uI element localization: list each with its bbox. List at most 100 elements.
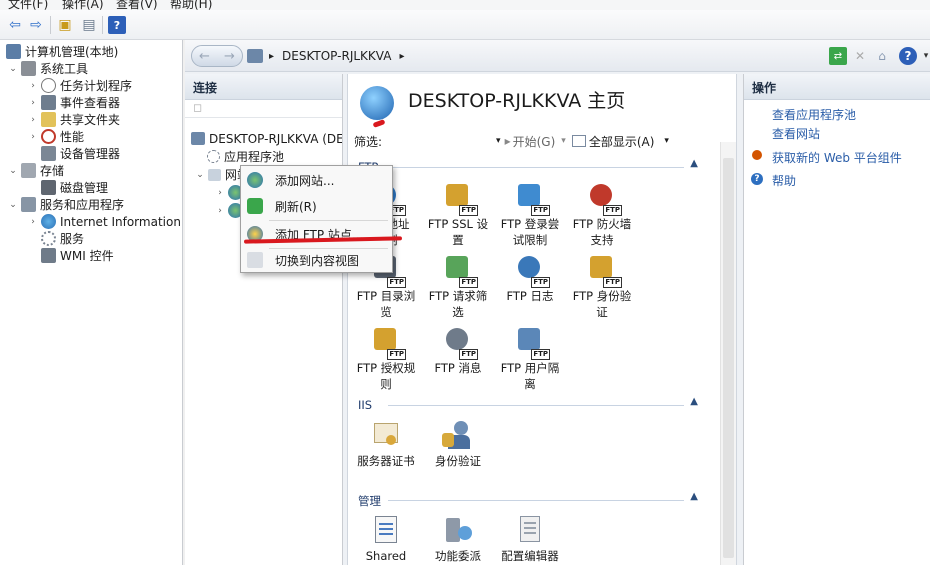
menu-view[interactable]: 查看(V): [116, 0, 158, 10]
expand-chevron-icon[interactable]: ›: [28, 81, 38, 91]
help-icon[interactable]: ?: [899, 47, 917, 65]
tree-item-computer-management[interactable]: 计算机管理(本地): [6, 43, 118, 60]
expand-chevron-icon[interactable]: ›: [28, 98, 38, 108]
menu-item-content-view[interactable]: 切换到内容视图: [241, 248, 392, 272]
action-help[interactable]: 帮助: [772, 172, 796, 189]
back-arrow-icon[interactable]: ⇦: [6, 16, 24, 34]
tree-item-iis[interactable]: › Internet Information S: [28, 213, 182, 230]
scroll-thumb[interactable]: [723, 158, 734, 558]
tree-item-event-viewer[interactable]: › 事件查看器: [28, 94, 120, 111]
tree-item-storage[interactable]: ⌄ 存储: [8, 162, 64, 179]
feature-ftp-3[interactable]: FTP FTP 登录尝 试限制: [496, 182, 564, 248]
expand-chevron-icon[interactable]: ›: [28, 115, 38, 125]
section-divider: [388, 500, 684, 501]
address-path[interactable]: ▸ DESKTOP-RJLKKVA ▸: [247, 46, 817, 66]
section-iis[interactable]: IIS ▲: [358, 396, 698, 412]
feature-label: FTP 防火墙 支持: [572, 217, 632, 247]
start-button[interactable]: 开始(G): [513, 133, 556, 150]
menu-action[interactable]: 操作(A): [62, 0, 104, 10]
nav-forward-icon[interactable]: →: [224, 49, 235, 64]
conn-tree-server[interactable]: DESKTOP-RJLKKVA (DE: [191, 130, 342, 147]
nav-buttons: ← →: [191, 45, 243, 67]
feature-shared-configuration[interactable]: Shared: [352, 514, 420, 564]
feature-ftp-2[interactable]: FTP FTP SSL 设 置: [424, 182, 492, 248]
center-scrollbar[interactable]: [720, 142, 736, 565]
feature-ftp-7[interactable]: FTP FTP 日志: [496, 254, 564, 304]
feature-ftp-4[interactable]: FTP FTP 防火墙 支持: [568, 182, 636, 248]
ftp-feature-icon: FTP: [442, 254, 478, 288]
feature-configuration-editor[interactable]: 配置编辑器: [496, 514, 564, 564]
tree-item-services[interactable]: 服务: [28, 230, 84, 247]
filter-dropdown-icon[interactable]: ▾: [496, 136, 501, 146]
help-dropdown-icon[interactable]: ▾: [917, 47, 930, 65]
feature-server-certificates[interactable]: 服务器证书: [352, 419, 420, 469]
tree-item-disk-management[interactable]: 磁盘管理: [28, 179, 108, 196]
stop-icon[interactable]: ✕: [851, 47, 869, 65]
feature-delegation[interactable]: 功能委派: [424, 514, 492, 564]
expand-chevron-icon[interactable]: ›: [215, 188, 225, 198]
menu-item-label: 刷新(R): [275, 199, 317, 214]
forward-arrow-icon[interactable]: ⇨: [27, 16, 45, 34]
ftp-feature-icon: FTP: [514, 326, 550, 360]
path-separator-icon: ▸: [399, 50, 405, 62]
ftp-badge: FTP: [531, 277, 550, 288]
menu-item-label: 切换到内容视图: [275, 253, 360, 268]
tree-item-services-apps[interactable]: ⌄ 服务和应用程序: [8, 196, 124, 213]
feature-ftp-8[interactable]: FTP FTP 身份验 证: [568, 254, 636, 320]
feature-ftp-10[interactable]: FTP FTP 消息: [424, 326, 492, 376]
feature-label: FTP 目录浏 览: [356, 289, 416, 319]
refresh-icon: [247, 198, 263, 214]
tree-item-performance[interactable]: › 性能: [28, 128, 84, 145]
up-folder-icon[interactable]: ▣: [56, 16, 74, 34]
connections-toolbar: ◻: [185, 100, 342, 118]
section-title: 管理: [358, 494, 381, 508]
tree-item-system-tools[interactable]: ⌄ 系统工具: [8, 60, 88, 77]
tree-item-shared-folders[interactable]: › 共享文件夹: [28, 111, 120, 128]
action-get-web-platform[interactable]: 获取新的 Web 平台组件: [772, 149, 902, 166]
tree-item-wmi[interactable]: WMI 控件: [28, 247, 114, 264]
view-dropdown-icon[interactable]: ▾: [664, 136, 669, 146]
filter-input[interactable]: [386, 133, 496, 149]
feature-ftp-9[interactable]: FTP FTP 授权规 则: [352, 326, 420, 392]
collapse-chevron-icon[interactable]: ⌄: [8, 64, 18, 74]
start-dropdown-icon[interactable]: ▾: [561, 136, 566, 146]
storage-icon: [21, 163, 36, 178]
menu-item-add-website[interactable]: 添加网站...: [241, 168, 392, 192]
feature-ftp-11[interactable]: FTP FTP 用户隔 离: [496, 326, 564, 392]
feature-authentication[interactable]: 身份验证: [424, 419, 492, 469]
connect-icon[interactable]: ◻: [193, 101, 202, 114]
nav-back-icon[interactable]: ←: [199, 49, 210, 64]
collapse-up-icon[interactable]: ▲: [690, 491, 698, 502]
tree-item-label: 事件查看器: [60, 96, 121, 110]
tree-item-device-manager[interactable]: 设备管理器: [28, 145, 120, 162]
ftp-badge: FTP: [531, 349, 550, 360]
show-all-button[interactable]: 全部显示(A): [589, 133, 655, 150]
expand-chevron-icon[interactable]: ›: [215, 206, 225, 216]
feature-ftp-6[interactable]: FTP FTP 请求筛 选: [424, 254, 492, 320]
action-view-app-pools[interactable]: 查看应用程序池: [772, 106, 856, 123]
section-management[interactable]: 管理 ▲: [358, 491, 698, 508]
collapse-up-icon[interactable]: ▲: [690, 158, 698, 169]
menu-file[interactable]: 文件(F): [8, 0, 48, 10]
show-tree-icon[interactable]: ▤: [80, 16, 98, 34]
collapse-up-icon[interactable]: ▲: [690, 396, 698, 407]
add-site-globe-icon: [247, 172, 263, 188]
feature-label: FTP 授权规 则: [356, 361, 416, 391]
path-separator-icon: ▸: [269, 50, 275, 62]
refresh-icon[interactable]: ⇄: [829, 47, 847, 65]
home-icon[interactable]: ⌂: [873, 47, 891, 65]
action-view-sites[interactable]: 查看网站: [772, 125, 820, 142]
menu-help[interactable]: 帮助(H): [170, 0, 212, 10]
feature-label: FTP 日志: [506, 289, 554, 303]
expand-chevron-icon[interactable]: ›: [28, 132, 38, 142]
collapse-chevron-icon[interactable]: ⌄: [8, 166, 18, 176]
collapse-chevron-icon[interactable]: ⌄: [8, 200, 18, 210]
connections-pane: 连接 ◻ DESKTOP-RJLKKVA (DE 应用程序池 ⌄ 网站 › ›: [185, 74, 343, 565]
section-ftp[interactable]: FTP ▲: [358, 158, 698, 174]
conn-tree-app-pools[interactable]: 应用程序池: [207, 148, 284, 165]
tree-item-task-scheduler[interactable]: › 任务计划程序: [28, 77, 132, 94]
menu-item-refresh[interactable]: 刷新(R): [241, 194, 392, 218]
help-icon[interactable]: ?: [108, 16, 126, 34]
collapse-chevron-icon[interactable]: ⌄: [195, 170, 205, 180]
expand-chevron-icon[interactable]: ›: [28, 217, 38, 227]
